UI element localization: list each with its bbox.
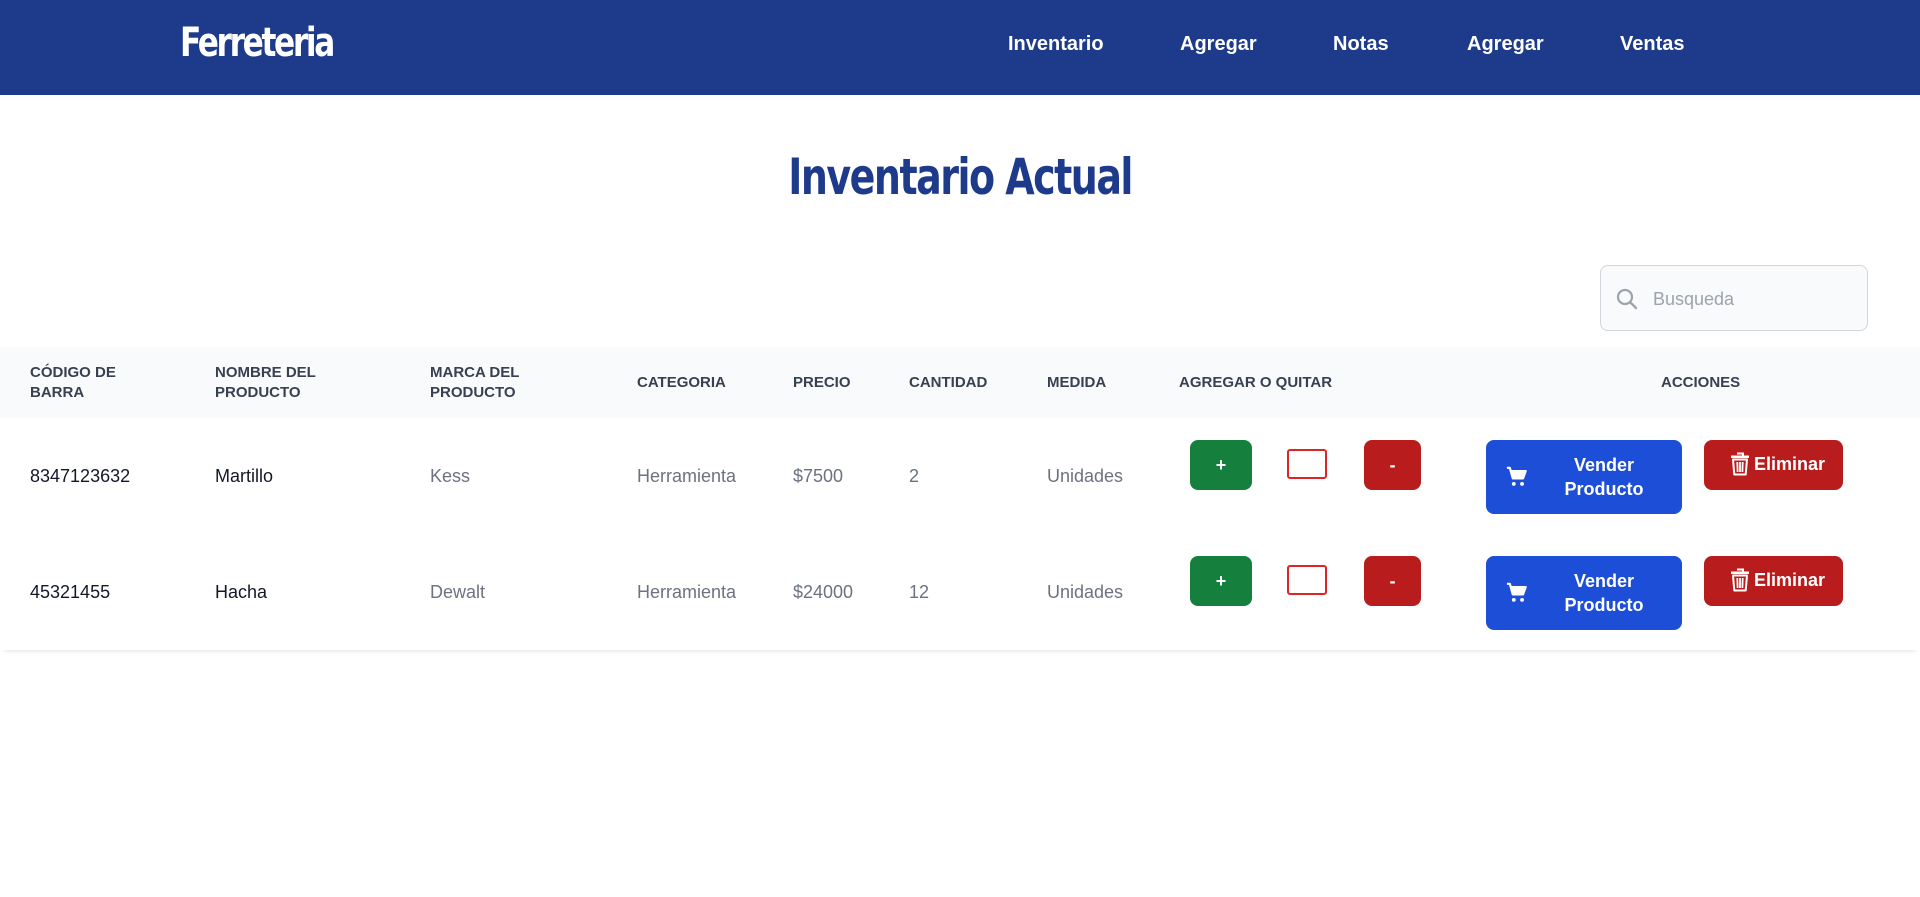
nav-link-agregar-2[interactable]: Agregar: [1467, 33, 1544, 56]
cell-categoria: Herramienta: [637, 582, 737, 602]
cell-marca: Kess: [430, 466, 471, 486]
quantity-input[interactable]: [1287, 449, 1327, 479]
header-agregar-quitar: AGREGAR O QUITAR: [1179, 374, 1333, 391]
cell-cantidad: 2: [909, 466, 920, 486]
page-title: Inventario Actual: [0, 148, 1920, 206]
cell-nombre: Hacha: [215, 582, 268, 602]
trash-icon: [1731, 452, 1749, 476]
nav-links: Inventario Agregar Notas Agregar Ventas: [0, 0, 1920, 95]
header-acciones: ACCIONES: [1661, 374, 1741, 391]
cell-categoria: Herramienta: [637, 466, 737, 486]
nav-link-inventario[interactable]: Inventario: [1008, 33, 1104, 56]
delete-button-label: Eliminar: [1754, 570, 1826, 590]
search-box[interactable]: [1600, 265, 1868, 332]
cart-icon: [1506, 582, 1527, 602]
sell-product-button[interactable]: Vender Producto: [1486, 440, 1682, 514]
table-header: CÓDIGO DE BARRA NOMBRE DEL PRODUCTO MARC…: [0, 348, 1920, 418]
trash-icon: [1731, 568, 1749, 592]
sell-button-label: Vender Producto: [1564, 455, 1644, 499]
nav-link-agregar[interactable]: Agregar: [1180, 33, 1257, 56]
header-nombre: NOMBRE DEL PRODUCTO: [215, 364, 316, 401]
navbar: Ferreteria Inventario Agregar Notas Agre…: [0, 0, 1920, 95]
cell-codigo: 45321455: [30, 582, 111, 602]
header-cantidad: CANTIDAD: [909, 374, 988, 391]
cell-nombre: Martillo: [215, 466, 274, 486]
add-quantity-button[interactable]: +: [1190, 440, 1252, 490]
delete-button[interactable]: Eliminar: [1704, 440, 1843, 490]
sell-product-button[interactable]: Vender Producto: [1486, 556, 1682, 630]
nav-link-notas[interactable]: Notas: [1333, 33, 1389, 56]
cell-precio: $7500: [793, 466, 844, 486]
search-icon: [1616, 288, 1638, 310]
header-marca: MARCA DEL PRODUCTO: [430, 364, 520, 401]
cell-codigo: 8347123632: [30, 466, 131, 486]
search-input[interactable]: [1651, 266, 1865, 332]
header-categoria: CATEGORIA: [637, 374, 726, 391]
delete-button-label: Eliminar: [1754, 454, 1826, 474]
header-precio: PRECIO: [793, 374, 851, 391]
cell-cantidad: 12: [909, 582, 930, 602]
remove-quantity-button[interactable]: -: [1364, 556, 1421, 606]
cell-marca: Dewalt: [430, 582, 486, 602]
delete-button[interactable]: Eliminar: [1704, 556, 1843, 606]
cart-icon: [1506, 466, 1527, 486]
inventory-table: CÓDIGO DE BARRA NOMBRE DEL PRODUCTO MARC…: [0, 348, 1920, 650]
header-medida: MEDIDA: [1047, 374, 1107, 391]
quantity-input[interactable]: [1287, 565, 1327, 595]
header-codigo: CÓDIGO DE BARRA: [30, 364, 116, 401]
cell-medida: Unidades: [1047, 466, 1124, 486]
remove-quantity-button[interactable]: -: [1364, 440, 1421, 490]
add-quantity-button[interactable]: +: [1190, 556, 1252, 606]
nav-link-ventas[interactable]: Ventas: [1620, 33, 1684, 56]
table-row: 8347123632 Martillo Kess Herramienta $75…: [0, 418, 1920, 535]
cell-precio: $24000: [793, 582, 854, 602]
sell-button-label: Vender Producto: [1564, 571, 1644, 615]
table-row: 45321455 Hacha Dewalt Herramienta $24000…: [0, 534, 1920, 650]
cell-medida: Unidades: [1047, 582, 1124, 602]
page-title-text: Inventario Actual: [788, 148, 1133, 206]
